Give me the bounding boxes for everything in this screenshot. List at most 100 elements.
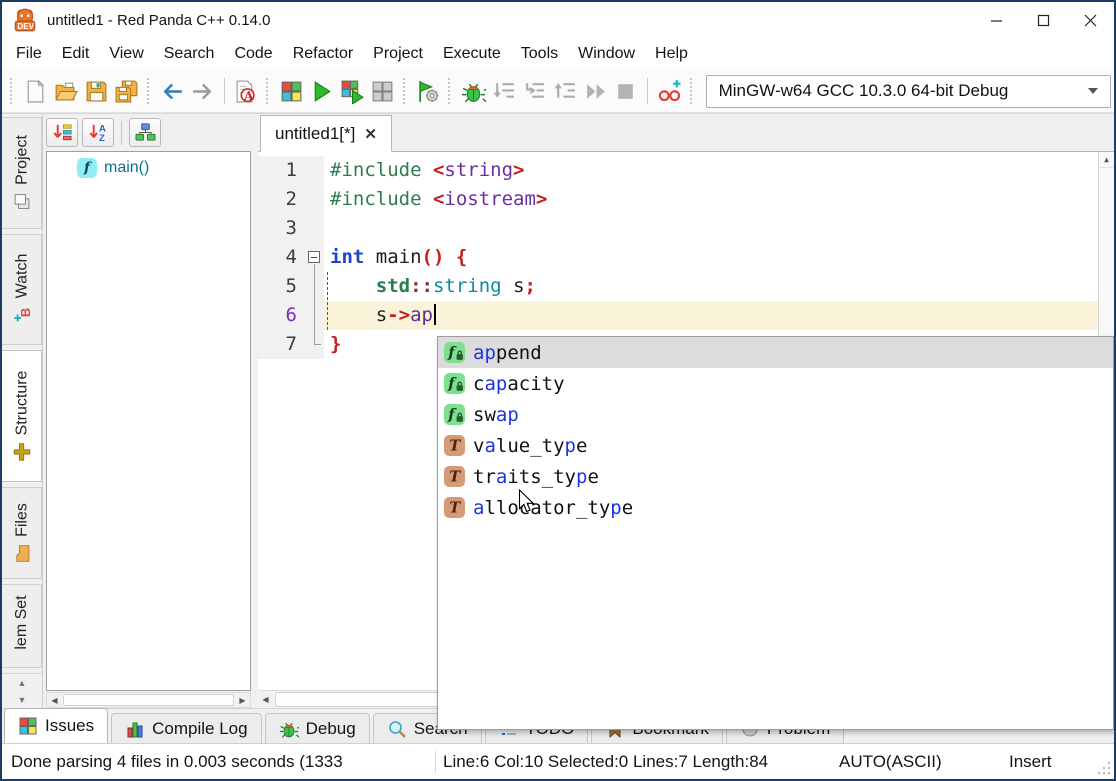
menu-view[interactable]: View [99,41,153,67]
editor-tab-untitled1[interactable]: untitled1[*] ✕ [260,115,392,152]
menu-search[interactable]: Search [154,41,225,67]
menu-tools[interactable]: Tools [511,41,568,67]
structure-item-main[interactable]: fmain() [51,158,246,178]
continue-button[interactable] [580,76,610,107]
compiler-set-select[interactable]: MinGW-w64 GCC 10.3.0 64-bit Debug [706,75,1111,108]
completion-label: swap [473,404,519,426]
type-icon: T [444,497,465,518]
code-text[interactable]: int main() { [324,243,1098,272]
menu-execute[interactable]: Execute [433,41,511,67]
tab-scroll-up-icon[interactable]: ▲ [2,674,42,691]
problem-glasses-button[interactable] [654,76,684,107]
step-over-button[interactable] [489,76,519,107]
line-number: 2 [258,185,306,214]
tab-scroll-down-icon[interactable]: ▼ [2,691,42,708]
scroll-left-icon[interactable]: ◀ [258,691,273,708]
menu-code[interactable]: Code [224,41,282,67]
menu-edit[interactable]: Edit [52,41,100,67]
rebuild-button[interactable] [368,76,398,107]
step-into-icon [522,79,547,104]
menu-project[interactable]: Project [363,41,433,67]
code-text[interactable]: #include <iostream> [324,185,1098,214]
sidebar-tab-watch[interactable]: B Watch [2,234,42,344]
menu-window[interactable]: Window [568,41,645,67]
new-file-button[interactable] [20,76,50,107]
code-text[interactable]: #include <string> [324,156,1098,185]
scroll-up-icon[interactable]: ▲ [1099,152,1114,168]
compiler-set-value: MinGW-w64 GCC 10.3.0 64-bit Debug [719,81,1009,101]
compile-and-run-button[interactable] [337,76,367,107]
compile-button[interactable] [276,76,306,107]
completion-item-swap[interactable]: fswap [438,399,1113,430]
sidebar-tab-project[interactable]: Project [2,117,42,229]
caret-position-status: Line:6 Col:10 Selected:0 Lines:7 Length:… [436,752,839,772]
forward-button[interactable] [187,76,217,107]
scroll-left-icon[interactable]: ◀ [47,693,62,707]
code-line-3: 3 [258,214,1098,243]
completion-label: capacity [473,373,565,395]
rebuild-icon [370,79,395,104]
sidebar-tab-label: Watch [13,254,31,299]
status-bar: Done parsing 4 files in 0.003 seconds (1… [2,743,1114,779]
scroll-right-icon[interactable]: ▶ [235,693,250,707]
code-line-2: 2 #include <iostream> [258,185,1098,214]
svg-text:B: B [17,309,31,318]
menu-file[interactable]: File [6,41,52,67]
fold-marker[interactable] [306,243,324,272]
completion-item-value_type[interactable]: Tvalue_type [438,430,1113,461]
bottom-tab-debug[interactable]: Debug [265,713,370,743]
sidebar-tab-structure[interactable]: Structure [2,350,42,482]
reformat-button[interactable]: A [231,76,261,107]
search-icon [387,719,407,739]
debug-button[interactable] [458,76,488,107]
minimize-button[interactable] [973,2,1020,38]
gutter-fold-column [306,214,324,243]
run-button[interactable] [307,76,337,107]
tab-close-icon[interactable]: ✕ [364,125,377,143]
completion-item-append[interactable]: fappend [438,337,1113,368]
completion-item-allocator_type[interactable]: Tallocator_type [438,492,1113,523]
sidebar-tab-problem-set[interactable]: lem Set [2,584,42,668]
sort-alphabetically-button[interactable]: AZ [82,118,114,147]
mouse-cursor [518,489,535,515]
sort-by-type-button[interactable] [46,118,78,147]
structure-panel-hscrollbar[interactable]: ◀ ▶ [46,692,251,708]
run-parameters-button[interactable] [413,76,443,107]
function-badge-icon: f [77,158,97,178]
completion-item-capacity[interactable]: f capacity [438,368,1113,399]
sidebar-tab-label: Project [13,135,31,185]
code-text[interactable]: s->ap [324,301,1098,330]
completion-label: append [473,342,542,364]
open-button[interactable] [50,76,80,107]
gutter-fold-column [306,185,324,214]
debug-icon [279,719,299,739]
sidebar-tab-strip: Project B Watch Structure Fileslem Set ▲▼ [2,114,43,708]
bottom-tab-compile-log[interactable]: Compile Log [111,713,261,743]
stop-button[interactable] [611,76,641,107]
maximize-button[interactable] [1020,2,1067,38]
close-button[interactable] [1067,2,1114,38]
toolbar-drag-handle [266,78,271,104]
back-button[interactable] [157,76,187,107]
save-all-button[interactable] [111,76,141,107]
insert-mode-status: Insert [1009,752,1094,772]
bottom-tab-issues[interactable]: Issues [4,708,108,743]
show-inherited-button[interactable] [129,118,161,147]
line-number: 7 [258,330,306,359]
save-button[interactable] [81,76,111,107]
status-message: Done parsing 4 files in 0.003 seconds (1… [2,752,435,772]
resize-grip[interactable] [1094,744,1114,779]
menu-refactor[interactable]: Refactor [283,41,363,67]
method-icon: f [444,373,465,394]
code-text[interactable] [324,214,1098,243]
menu-help[interactable]: Help [645,41,698,67]
toolbar-separator [647,78,648,104]
step-out-button[interactable] [550,76,580,107]
step-into-button[interactable] [519,76,549,107]
code-text[interactable]: std::string s; [324,272,1098,301]
line-number: 6 [258,301,306,330]
completion-item-traits_type[interactable]: Ttraits_type [438,461,1113,492]
sidebar-tab-files[interactable]: Files [2,487,42,580]
code-line-6: 6 s->ap [258,301,1098,330]
toolbar-drag-handle [448,78,453,104]
